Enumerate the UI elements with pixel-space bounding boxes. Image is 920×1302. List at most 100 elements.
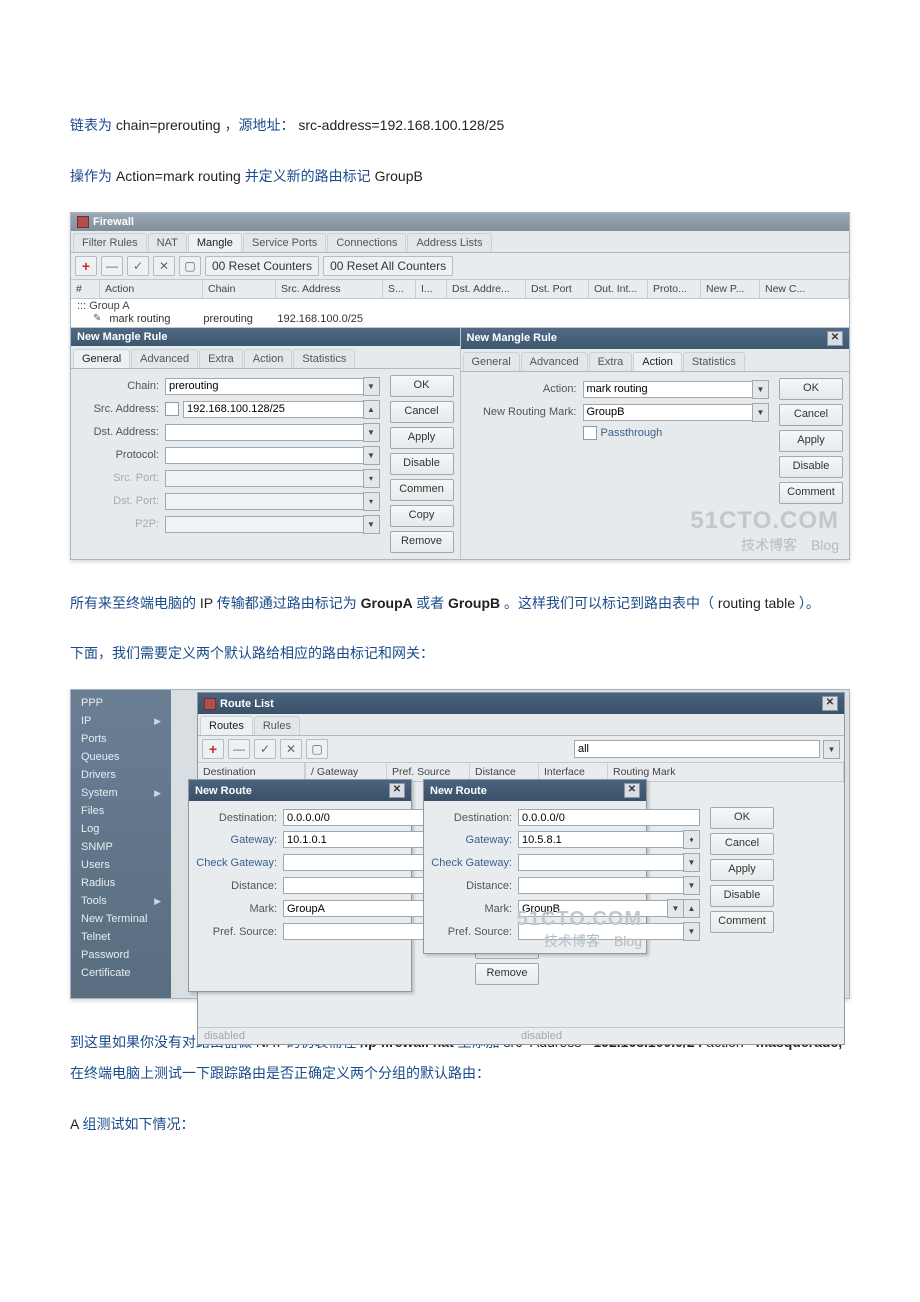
ok-button-2[interactable]: OK [779, 378, 843, 400]
mark-input-b[interactable] [518, 900, 668, 917]
dlg-tab-statistics[interactable]: Statistics [293, 349, 355, 368]
dst-port-input[interactable] [165, 493, 364, 510]
sidebar-item-files[interactable]: Files [71, 802, 171, 820]
remove-button-dlg[interactable]: Remove [390, 531, 454, 553]
route-disable-button[interactable]: ✕ [280, 739, 302, 759]
table-row[interactable]: ✎ mark routing prerouting 192.168.100.0/… [71, 313, 849, 327]
mark-drop-b[interactable]: ▼ [667, 899, 684, 918]
apply-button-rb[interactable]: Apply [710, 859, 774, 881]
action-dropdown[interactable]: ▼ [752, 380, 769, 399]
dst-down-btn[interactable]: ▼ [363, 423, 380, 442]
p2p-down-btn[interactable]: ▼ [363, 515, 380, 534]
cancel-button-2[interactable]: Cancel [779, 404, 843, 426]
filter-input[interactable] [574, 740, 820, 758]
sidebar-item-queues[interactable]: Queues [71, 748, 171, 766]
disable-button-rb[interactable]: Disable [710, 885, 774, 907]
dlg-tab-advanced[interactable]: Advanced [131, 349, 198, 368]
sidebar-item-radius[interactable]: Radius [71, 874, 171, 892]
sidebar-item-log[interactable]: Log [71, 820, 171, 838]
disable-button[interactable]: ✕ [153, 256, 175, 276]
sidebar-item-ports[interactable]: Ports [71, 730, 171, 748]
cancel-button-rb[interactable]: Cancel [710, 833, 774, 855]
cancel-button[interactable]: Cancel [390, 401, 454, 423]
comment-button-2[interactable]: Comment [779, 482, 843, 504]
gw-stepper-b[interactable]: ♦ [683, 830, 700, 849]
sidebar-item-system[interactable]: System▶ [71, 784, 171, 802]
apply-button[interactable]: Apply [390, 427, 454, 449]
newmark-dropdown[interactable]: ▼ [752, 403, 769, 422]
src-negate-checkbox[interactable] [165, 402, 179, 416]
dlg2-tab-action[interactable]: Action [633, 352, 682, 371]
tab-connections[interactable]: Connections [327, 233, 406, 252]
chain-dropdown[interactable]: ▼ [363, 377, 380, 396]
mark-up-b[interactable]: ▲ [683, 899, 700, 918]
route-comment-button[interactable]: ▢ [306, 739, 328, 759]
remove-button-ra[interactable]: Remove [475, 963, 539, 985]
p2p-input[interactable] [165, 516, 364, 533]
dest-input-b[interactable] [518, 809, 700, 826]
remove-button[interactable]: — [101, 256, 123, 276]
dlg-tab-extra[interactable]: Extra [199, 349, 243, 368]
dlg-tab-general[interactable]: General [73, 349, 130, 368]
comment-button[interactable]: ▢ [179, 256, 201, 276]
action-input[interactable] [583, 381, 754, 398]
close-icon[interactable]: ✕ [827, 331, 843, 346]
route-add-button[interactable]: + [202, 739, 224, 759]
dst-address-input[interactable] [165, 424, 364, 441]
newmark-input[interactable] [583, 404, 754, 421]
comment-button-dlg[interactable]: Commen [390, 479, 454, 501]
src-address-input[interactable] [183, 401, 364, 418]
ok-button-rb[interactable]: OK [710, 807, 774, 829]
tab-nat[interactable]: NAT [148, 233, 187, 252]
disable-button-2[interactable]: Disable [779, 456, 843, 478]
dist-input-b[interactable] [518, 877, 684, 894]
passthrough-checkbox[interactable] [583, 426, 597, 440]
dlg2-tab-extra[interactable]: Extra [589, 352, 633, 371]
sidebar-item-users[interactable]: Users [71, 856, 171, 874]
protocol-down-btn[interactable]: ▼ [363, 446, 380, 465]
sidebar-item-new-terminal[interactable]: New Terminal [71, 910, 171, 928]
tab-address-lists[interactable]: Address Lists [407, 233, 491, 252]
close-icon[interactable]: ✕ [822, 696, 838, 711]
chkgw-drop-b[interactable]: ▼ [683, 853, 700, 872]
apply-button-2[interactable]: Apply [779, 430, 843, 452]
disable-button-dlg[interactable]: Disable [390, 453, 454, 475]
comment-button-rb[interactable]: Comment [710, 911, 774, 933]
tab-rules[interactable]: Rules [254, 716, 300, 735]
close-icon[interactable]: ✕ [624, 783, 640, 798]
protocol-input[interactable] [165, 447, 364, 464]
ok-button[interactable]: OK [390, 375, 454, 397]
dist-drop-b[interactable]: ▼ [683, 876, 700, 895]
sidebar-item-ip[interactable]: IP▶ [71, 712, 171, 730]
route-remove-button[interactable]: — [228, 739, 250, 759]
dlg2-tab-general[interactable]: General [463, 352, 520, 371]
copy-button[interactable]: Copy [390, 505, 454, 527]
chkgw-input-b[interactable] [518, 854, 684, 871]
prefsrc-input-b[interactable] [518, 923, 684, 940]
srcport-down-btn[interactable]: ▾ [363, 469, 380, 488]
sidebar-item-tools[interactable]: Tools▶ [71, 892, 171, 910]
sidebar-item-certificate[interactable]: Certificate [71, 964, 171, 982]
sidebar-item-telnet[interactable]: Telnet [71, 928, 171, 946]
add-button[interactable]: + [75, 256, 97, 276]
dstport-down-btn[interactable]: ▾ [363, 492, 380, 511]
src-up-btn[interactable]: ▲ [363, 400, 380, 419]
sidebar-item-password[interactable]: Password [71, 946, 171, 964]
sidebar-item-snmp[interactable]: SNMP [71, 838, 171, 856]
route-enable-button[interactable]: ✓ [254, 739, 276, 759]
tab-filter-rules[interactable]: Filter Rules [73, 233, 147, 252]
prefsrc-drop-b[interactable]: ▼ [683, 922, 700, 941]
reset-all-counters-button[interactable]: 00 Reset All Counters [323, 256, 453, 276]
gw-input-b[interactable] [518, 831, 684, 848]
chain-input[interactable] [165, 378, 364, 395]
tab-mangle[interactable]: Mangle [188, 233, 242, 252]
sidebar-item-drivers[interactable]: Drivers [71, 766, 171, 784]
dlg2-tab-advanced[interactable]: Advanced [521, 352, 588, 371]
dlg2-tab-statistics[interactable]: Statistics [683, 352, 745, 371]
dlg-tab-action[interactable]: Action [244, 349, 293, 368]
sidebar-item-ppp[interactable]: PPP [71, 694, 171, 712]
mark-input-a[interactable] [283, 900, 433, 917]
reset-counters-button[interactable]: 00 Reset Counters [205, 256, 319, 276]
enable-button[interactable]: ✓ [127, 256, 149, 276]
close-icon[interactable]: ✕ [389, 783, 405, 798]
